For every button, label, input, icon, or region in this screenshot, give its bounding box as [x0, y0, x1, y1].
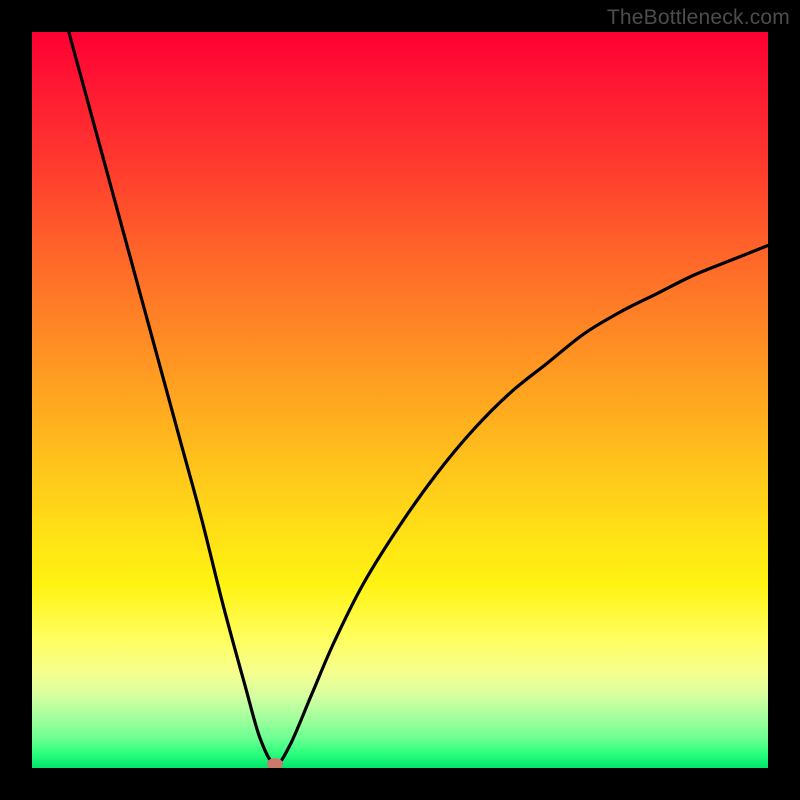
- watermark-text: TheBottleneck.com: [607, 6, 790, 30]
- plot-area: [32, 32, 768, 768]
- minimum-marker: [267, 758, 283, 768]
- outer-frame: TheBottleneck.com: [0, 0, 800, 800]
- bottleneck-curve: [32, 32, 768, 768]
